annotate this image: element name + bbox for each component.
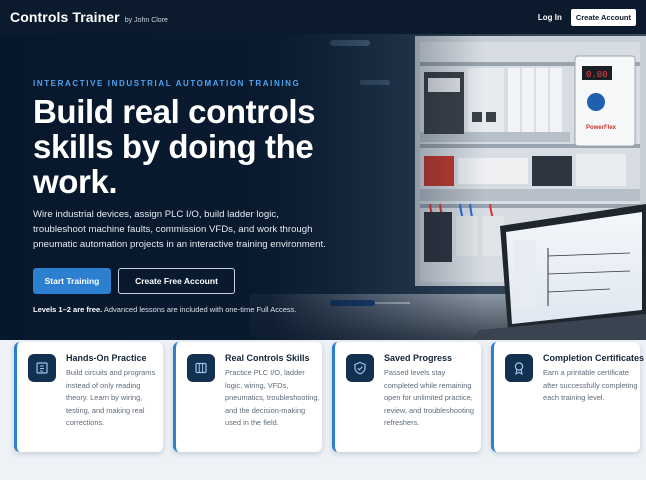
feature-title: Saved Progress — [384, 353, 453, 363]
brand-byline: by John Clore — [124, 17, 168, 24]
hero-section: 0.00 PowerFlex INTERACTIVE INDUS — [0, 34, 646, 340]
feature-description: Earn a printable certificate after succe… — [543, 368, 638, 402]
shield-check-icon — [346, 354, 374, 382]
levels-note-detail: Advanced lessons are included with one-t… — [102, 305, 297, 314]
feature-description: Passed levels stay completed while remai… — [384, 368, 474, 427]
nav-actions: Log In Create Account — [538, 8, 636, 26]
feature-card-real-skills: Real Controls Skills Practice PLC I/O, l… — [173, 342, 322, 452]
control-panel-icon — [187, 354, 215, 382]
hero-eyebrow: INTERACTIVE INDUSTRIAL AUTOMATION TRAINI… — [33, 79, 301, 88]
feature-title: Completion Certificates — [543, 353, 645, 363]
feature-card-hands-on: Hands-On Practice Build circuits and pro… — [14, 342, 163, 452]
feature-cards: Hands-On Practice Build circuits and pro… — [14, 342, 645, 452]
login-link[interactable]: Log In — [538, 13, 562, 22]
feature-title: Hands-On Practice — [66, 353, 147, 363]
brand-name[interactable]: Controls Trainer — [10, 9, 120, 25]
create-free-account-button[interactable]: Create Free Account — [118, 268, 235, 294]
feature-card-saved-progress: Saved Progress Passed levels stay comple… — [332, 342, 481, 452]
award-ribbon-icon — [505, 354, 533, 382]
start-training-button[interactable]: Start Training — [33, 268, 111, 294]
levels-note: Levels 1–2 are free. Advanced lessons ar… — [33, 305, 363, 314]
hero-subtext: Wire industrial devices, assign PLC I/O,… — [33, 209, 326, 250]
hero-headline: Build real controls skills by doing the … — [33, 93, 316, 200]
levels-note-free: Levels 1–2 are free. — [33, 305, 103, 314]
create-account-button[interactable]: Create Account — [570, 8, 636, 26]
brand[interactable]: Controls Trainer by John Clore — [10, 9, 168, 25]
circuit-board-icon — [28, 354, 56, 382]
feature-title: Real Controls Skills — [225, 353, 310, 363]
feature-card-certificates: Completion Certificates Earn a printable… — [491, 342, 645, 452]
hero-cta-row: Start Training Create Free Account — [33, 268, 235, 294]
feature-description: Practice PLC I/O, ladder logic, wiring, … — [225, 368, 320, 427]
top-nav-bar: Controls Trainer by John Clore Log In Cr… — [0, 0, 646, 34]
feature-description: Build circuits and programs instead of o… — [66, 368, 156, 427]
